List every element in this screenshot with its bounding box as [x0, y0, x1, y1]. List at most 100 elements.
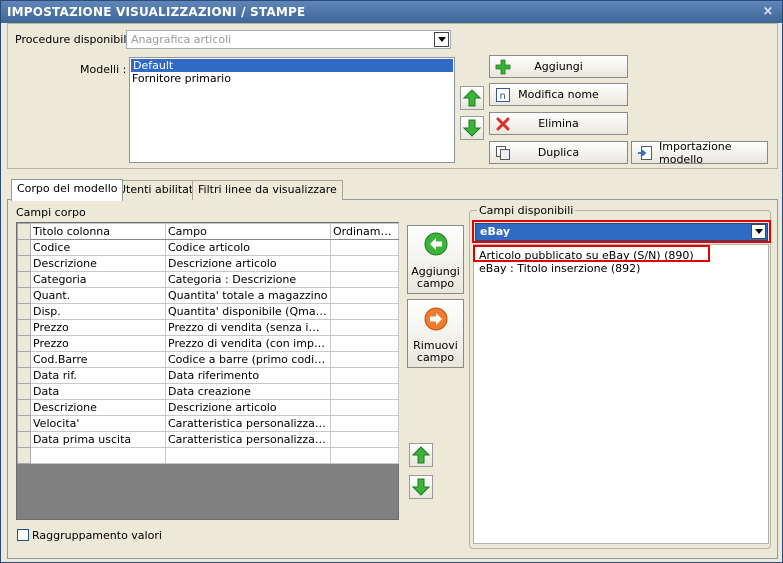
rename-model-button[interactable]: n Modifica nome — [489, 83, 628, 106]
model-item-default[interactable]: Default — [131, 59, 453, 72]
available-field-item[interactable]: eBay : Titolo inserzione (892) — [474, 262, 768, 275]
row-indicator[interactable] — [17, 303, 31, 320]
table-row[interactable]: Data prima uscita Caratteristica personal… — [17, 431, 399, 448]
cell-campo[interactable]: Caratteristica personalizzata (s... — [165, 415, 331, 432]
remove-field-button[interactable]: Rimuovi campo — [407, 299, 464, 368]
row-indicator[interactable] — [17, 239, 31, 256]
table-row[interactable]: Descrizione Descrizione articolo — [17, 399, 399, 416]
move-field-up-button[interactable] — [409, 443, 433, 467]
cell-ordinamento[interactable] — [330, 271, 399, 288]
cell-campo[interactable] — [165, 447, 331, 464]
close-icon[interactable]: × — [761, 5, 775, 19]
delete-model-button[interactable]: Elimina — [489, 112, 628, 135]
table-row[interactable]: Codice Codice articolo — [17, 239, 399, 256]
row-indicator[interactable] — [17, 431, 31, 448]
table-row[interactable]: Prezzo Prezzo di vendita (con imposte) — [17, 335, 399, 352]
table-row[interactable]: Data Data creazione — [17, 383, 399, 400]
cell-titolo[interactable]: Descrizione — [30, 399, 166, 416]
procedure-dropdown[interactable]: Anagrafica articoli — [126, 30, 451, 49]
table-row[interactable] — [17, 447, 399, 464]
group-values-checkbox[interactable] — [17, 529, 29, 541]
row-indicator[interactable] — [17, 415, 31, 432]
tab-utenti-abilitati[interactable]: Utenti abilitati — [112, 180, 203, 200]
table-row[interactable]: Descrizione Descrizione articolo — [17, 255, 399, 272]
cell-titolo[interactable]: Categoria — [30, 271, 166, 288]
row-indicator[interactable] — [17, 351, 31, 368]
cell-titolo[interactable]: Disp. — [30, 303, 166, 320]
move-field-down-button[interactable] — [409, 475, 433, 499]
cell-ordinamento[interactable] — [330, 255, 399, 272]
cell-titolo[interactable]: Velocita' — [30, 415, 166, 432]
move-model-up-button[interactable] — [460, 86, 484, 110]
row-indicator[interactable] — [17, 447, 31, 464]
cell-ordinamento[interactable] — [330, 335, 399, 352]
model-item-fornitore[interactable]: Fornitore primario — [130, 72, 454, 85]
cell-campo[interactable]: Data riferimento — [165, 367, 331, 384]
cell-ordinamento[interactable] — [330, 287, 399, 304]
cell-titolo[interactable]: Quant. — [30, 287, 166, 304]
add-field-button[interactable]: Aggiungi campo — [407, 225, 464, 294]
cell-ordinamento[interactable] — [330, 351, 399, 368]
cell-titolo[interactable]: Prezzo — [30, 319, 166, 336]
cell-ordinamento[interactable] — [330, 415, 399, 432]
cell-ordinamento[interactable] — [330, 303, 399, 320]
cell-titolo[interactable]: Data prima uscita — [30, 431, 166, 448]
cell-ordinamento[interactable] — [330, 319, 399, 336]
add-model-button[interactable]: Aggiungi — [489, 55, 628, 78]
cell-ordinamento[interactable] — [330, 431, 399, 448]
cell-campo[interactable]: Categoria : Descrizione — [165, 271, 331, 288]
row-indicator[interactable] — [17, 287, 31, 304]
svg-text:n: n — [500, 91, 506, 102]
column-header-ordinamento[interactable]: Ordiname... — [330, 223, 399, 240]
table-row[interactable]: Data rif. Data riferimento — [17, 367, 399, 384]
cell-titolo[interactable]: Descrizione — [30, 255, 166, 272]
cell-campo[interactable]: Descrizione articolo — [165, 399, 331, 416]
row-indicator[interactable] — [17, 271, 31, 288]
table-row[interactable]: Velocita'Caratteristica personalizzata (… — [17, 415, 399, 432]
tab-corpo-modello[interactable]: Corpo del modello — [11, 179, 124, 201]
category-dropdown[interactable]: eBay — [475, 223, 768, 241]
table-row[interactable]: Disp.Quantita' disponibile (Qmag-Qo... — [17, 303, 399, 320]
cell-ordinamento[interactable] — [330, 447, 399, 464]
column-header-titolo[interactable]: Titolo colonna — [30, 223, 166, 240]
cell-titolo[interactable]: Data rif. — [30, 367, 166, 384]
cell-campo[interactable]: Descrizione articolo — [165, 255, 331, 272]
table-row[interactable]: Quant. Quantita' totale a magazzino — [17, 287, 399, 304]
cell-campo[interactable]: Prezzo di vendita (senza imposte) — [165, 319, 331, 336]
cell-titolo[interactable]: Cod.Barre — [30, 351, 166, 368]
move-model-down-button[interactable] — [460, 116, 484, 140]
cell-ordinamento[interactable] — [330, 383, 399, 400]
row-indicator[interactable] — [17, 335, 31, 352]
table-row[interactable]: PrezzoPrezzo di vendita (senza imposte) — [17, 319, 399, 336]
cell-campo[interactable]: Codice a barre (primo codice a ... — [165, 351, 331, 368]
row-indicator[interactable] — [17, 319, 31, 336]
cell-titolo[interactable]: Data — [30, 383, 166, 400]
cell-campo[interactable]: Data creazione — [165, 383, 331, 400]
models-list[interactable]: Default Fornitore primario — [129, 57, 455, 163]
row-indicator[interactable] — [17, 383, 31, 400]
fields-grid[interactable]: Titolo colonna Campo Ordiname... Codice C… — [16, 222, 399, 520]
cell-ordinamento[interactable] — [330, 367, 399, 384]
duplicate-model-button[interactable]: Duplica — [489, 141, 628, 164]
cell-campo[interactable]: Quantita' disponibile (Qmag-Qo... — [165, 303, 331, 320]
table-row[interactable]: Categoria Categoria : Descrizione — [17, 271, 399, 288]
cell-titolo[interactable]: Codice — [30, 239, 166, 256]
row-indicator[interactable] — [17, 255, 31, 272]
chevron-down-icon[interactable] — [751, 224, 766, 239]
chevron-down-icon[interactable] — [434, 32, 449, 47]
cell-campo[interactable]: Codice articolo — [165, 239, 331, 256]
cell-campo[interactable]: Prezzo di vendita (con imposte) — [165, 335, 331, 352]
cell-campo[interactable]: Caratteristica personalizzata (s... — [165, 431, 331, 448]
cell-campo[interactable]: Quantita' totale a magazzino — [165, 287, 331, 304]
cell-ordinamento[interactable] — [330, 399, 399, 416]
cell-titolo[interactable] — [30, 447, 166, 464]
row-indicator[interactable] — [17, 367, 31, 384]
tab-filtri-linee[interactable]: Filtri linee da visualizzare — [192, 180, 343, 200]
table-row[interactable]: Cod.BarreCodice a barre (primo codice a … — [17, 351, 399, 368]
column-header-campo[interactable]: Campo — [165, 223, 331, 240]
import-model-button[interactable]: Importazione modello — [631, 140, 768, 166]
available-fields-list[interactable]: Articolo pubblicato su eBay (S/N) (890) … — [473, 244, 769, 544]
cell-titolo[interactable]: Prezzo — [30, 335, 166, 352]
row-indicator[interactable] — [17, 399, 31, 416]
cell-ordinamento[interactable] — [330, 239, 399, 256]
